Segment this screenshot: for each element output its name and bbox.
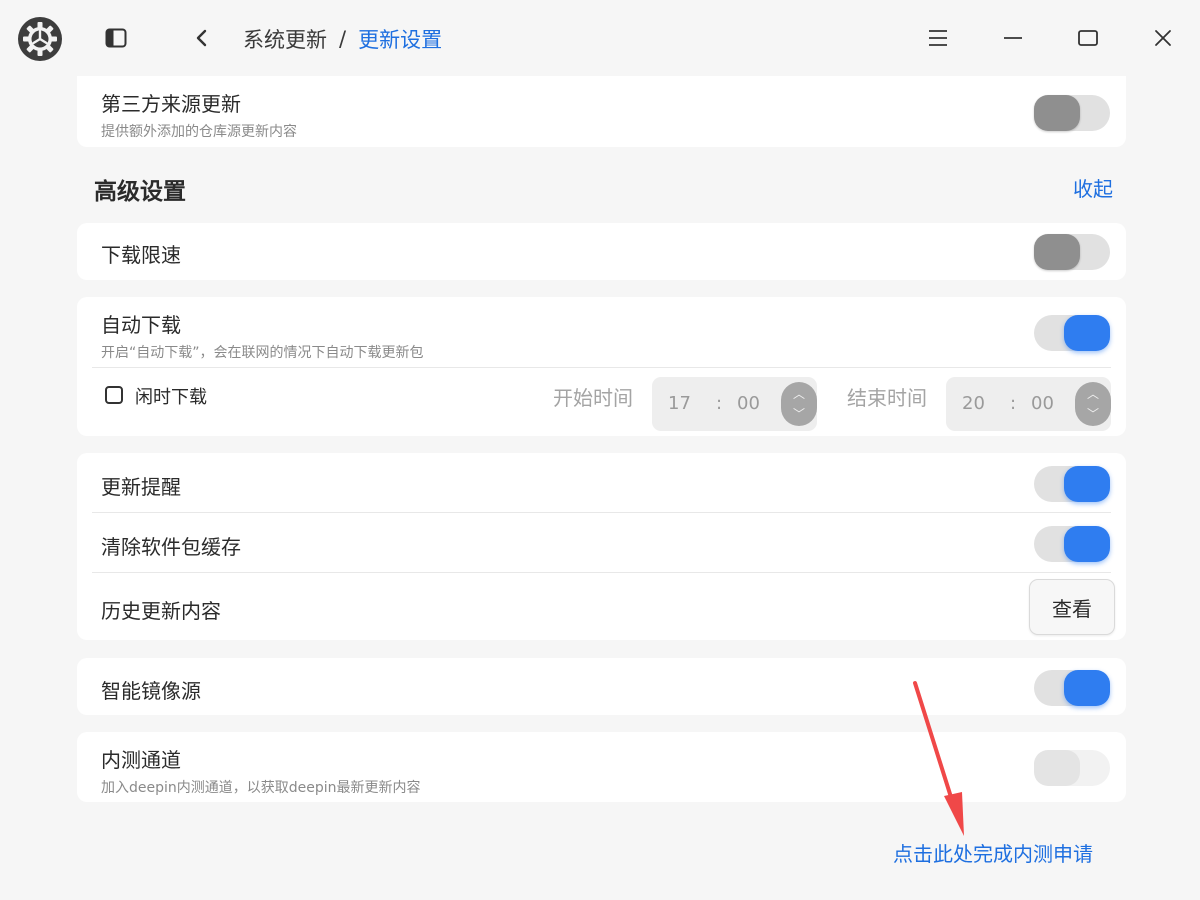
download-limit-title: 下载限速 xyxy=(101,243,181,267)
breadcrumb: 系统更新 / 更新设置 xyxy=(243,24,442,54)
back-button[interactable] xyxy=(182,18,222,58)
collapse-button[interactable]: 收起 xyxy=(1073,173,1113,202)
third-party-desc: 提供额外添加的仓库源更新内容 xyxy=(101,124,297,140)
toggle-knob xyxy=(1034,95,1080,131)
toggle-knob xyxy=(1064,670,1110,706)
hamburger-menu-icon[interactable] xyxy=(918,18,958,58)
minimize-icon[interactable] xyxy=(993,18,1033,58)
chevron-down-icon[interactable]: ﹀ xyxy=(1075,405,1111,422)
beta-application-link[interactable]: 点击此处完成内测申请 xyxy=(893,838,1093,867)
update-settings-window: 系统更新 / 更新设置 第三方来源更新 提供额外添加的仓库源更新内容 高级设置 … xyxy=(0,0,1200,900)
settings-gear-icon[interactable] xyxy=(17,16,63,62)
auto-download-title: 自动下载 xyxy=(101,313,181,337)
annotation-arrow-icon xyxy=(913,681,964,836)
toggle-knob xyxy=(1034,234,1080,270)
breadcrumb-separator: / xyxy=(339,27,347,51)
end-hour: 20 xyxy=(962,393,985,414)
history-title: 历史更新内容 xyxy=(101,599,221,623)
breadcrumb-current: 更新设置 xyxy=(358,28,443,52)
start-minute: 00 xyxy=(737,393,760,414)
download-limit-toggle[interactable] xyxy=(1034,234,1110,270)
maximize-icon[interactable] xyxy=(1068,18,1108,58)
chevron-up-icon[interactable]: ︿ xyxy=(1075,385,1111,402)
third-party-toggle[interactable] xyxy=(1034,95,1110,131)
smart-mirror-toggle[interactable] xyxy=(1034,670,1110,706)
update-reminder-toggle[interactable] xyxy=(1034,466,1110,502)
titlebar: 系统更新 / 更新设置 xyxy=(0,0,1200,76)
chevron-up-icon[interactable]: ︿ xyxy=(781,385,817,402)
auto-download-desc: 开启“自动下载”，会在联网的情况下自动下载更新包 xyxy=(101,345,424,361)
idle-download-label: 闲时下载 xyxy=(135,387,207,408)
time-separator: : xyxy=(1010,393,1017,414)
start-time-spinner[interactable]: ︿ ﹀ xyxy=(781,382,817,426)
time-separator: : xyxy=(716,393,723,414)
start-time-input[interactable]: 17 : 00 ︿ ﹀ xyxy=(652,377,817,431)
end-minute: 00 xyxy=(1031,393,1054,414)
divider xyxy=(92,572,1111,573)
start-hour: 17 xyxy=(668,393,691,414)
view-history-button[interactable]: 查看 xyxy=(1029,579,1115,635)
update-options-card: 更新提醒 清除软件包缓存 历史更新内容 查看 xyxy=(77,453,1126,640)
divider xyxy=(92,512,1111,513)
clear-cache-title: 清除软件包缓存 xyxy=(101,535,241,559)
advanced-settings-heading: 高级设置 xyxy=(94,179,186,205)
clear-cache-toggle[interactable] xyxy=(1034,526,1110,562)
chevron-left-icon xyxy=(196,29,207,47)
end-time-spinner[interactable]: ︿ ﹀ xyxy=(1075,382,1111,426)
beta-channel-title: 内测通道 xyxy=(101,748,181,772)
end-time-input[interactable]: 20 : 00 ︿ ﹀ xyxy=(946,377,1111,431)
close-icon[interactable] xyxy=(1143,18,1183,58)
toggle-knob xyxy=(1064,526,1110,562)
update-reminder-title: 更新提醒 xyxy=(101,475,181,499)
beta-channel-toggle xyxy=(1034,750,1110,786)
start-time-label: 开始时间 xyxy=(553,386,633,410)
chevron-down-icon[interactable]: ﹀ xyxy=(781,405,817,422)
third-party-updates-card: 第三方来源更新 提供额外添加的仓库源更新内容 xyxy=(77,76,1126,147)
auto-download-toggle[interactable] xyxy=(1034,315,1110,351)
toggle-knob xyxy=(1064,315,1110,351)
toggle-knob xyxy=(1034,750,1080,786)
divider xyxy=(92,367,1111,368)
beta-channel-desc: 加入deepin内测通道，以获取deepin最新更新内容 xyxy=(101,780,421,796)
toggle-knob xyxy=(1064,466,1110,502)
sidebar-toggle-icon[interactable] xyxy=(96,18,136,58)
smart-mirror-title: 智能镜像源 xyxy=(101,679,201,703)
idle-download-checkbox[interactable] xyxy=(105,386,123,404)
third-party-title: 第三方来源更新 xyxy=(101,92,241,116)
download-limit-card: 下载限速 xyxy=(77,223,1126,280)
breadcrumb-parent[interactable]: 系统更新 xyxy=(243,24,327,54)
auto-download-card: 自动下载 开启“自动下载”，会在联网的情况下自动下载更新包 闲时下载 开始时间 … xyxy=(77,297,1126,436)
end-time-label: 结束时间 xyxy=(847,386,927,410)
